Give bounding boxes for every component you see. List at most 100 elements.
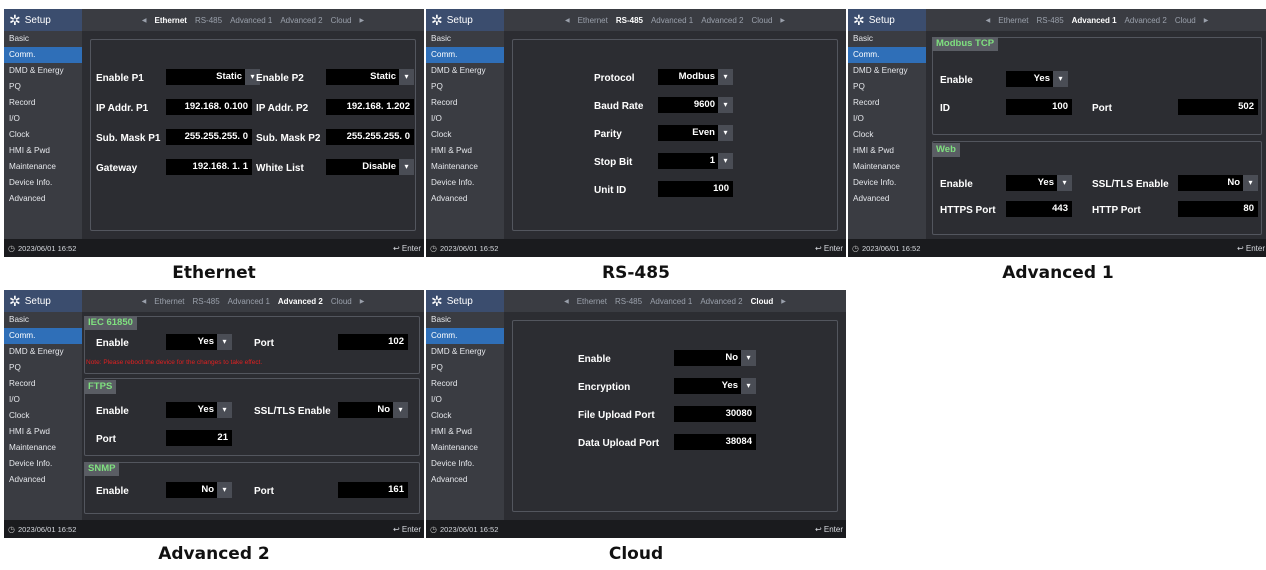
data-upload-port-field[interactable]: 38084	[674, 434, 756, 450]
parity-select[interactable]: Even ▾	[658, 125, 733, 141]
tab-ethernet[interactable]: Ethernet	[154, 297, 184, 306]
sidebar-item-maintenance[interactable]: Maintenance	[426, 159, 504, 175]
sidebar-item-device-info[interactable]: Device Info.	[4, 456, 82, 472]
sidebar-item-advanced[interactable]: Advanced	[4, 191, 82, 207]
file-upload-port-field[interactable]: 30080	[674, 406, 756, 422]
sidebar-item-comm[interactable]: Comm.	[426, 328, 504, 344]
sidebar-item-basic[interactable]: Basic	[426, 312, 504, 328]
sidebar-item-dmd-energy[interactable]: DMD & Energy	[4, 344, 82, 360]
sidebar-item-comm[interactable]: Comm.	[848, 47, 926, 63]
sidebar-item-dmd-energy[interactable]: DMD & Energy	[426, 63, 504, 79]
baud-rate-select[interactable]: 9600 ▾	[658, 97, 733, 113]
tab-advanced-1[interactable]: Advanced 1	[228, 297, 270, 306]
sidebar-item-record[interactable]: Record	[426, 376, 504, 392]
ftps-port-field[interactable]: 21	[166, 430, 232, 446]
right-triangle-icon[interactable]: ▶	[781, 298, 786, 305]
sidebar-item-basic[interactable]: Basic	[848, 31, 926, 47]
sidebar-item-pq[interactable]: PQ	[848, 79, 926, 95]
sidebar-item-i-o[interactable]: I/O	[426, 392, 504, 408]
tab-advanced-1[interactable]: Advanced 1	[1072, 16, 1117, 25]
tab-cloud[interactable]: Cloud	[1175, 16, 1196, 25]
http-port-field[interactable]: 80	[1178, 201, 1258, 217]
sidebar-item-comm[interactable]: Comm.	[426, 47, 504, 63]
sidebar-item-basic[interactable]: Basic	[4, 312, 82, 328]
tab-cloud[interactable]: Cloud	[331, 297, 352, 306]
tab-rs-485[interactable]: RS-485	[1037, 16, 1064, 25]
enter-button[interactable]: ↩ Enter	[393, 525, 421, 534]
tab-rs-485[interactable]: RS-485	[193, 297, 220, 306]
tab-ethernet[interactable]: Ethernet	[154, 16, 186, 25]
web-enable-select[interactable]: Yes ▾	[1006, 175, 1072, 191]
sidebar-item-maintenance[interactable]: Maintenance	[4, 440, 82, 456]
setup-header[interactable]: ✲ Setup	[4, 9, 82, 31]
sidebar-item-hmi-pwd[interactable]: HMI & Pwd	[4, 424, 82, 440]
iec-port-field[interactable]: 102	[338, 334, 408, 350]
sidebar-item-clock[interactable]: Clock	[4, 408, 82, 424]
enter-button[interactable]: ↩ Enter	[815, 244, 843, 253]
tab-advanced-2[interactable]: Advanced 2	[701, 16, 743, 25]
enter-button[interactable]: ↩ Enter	[1237, 244, 1265, 253]
sidebar-item-pq[interactable]: PQ	[4, 360, 82, 376]
sidebar-item-advanced[interactable]: Advanced	[848, 191, 926, 207]
tab-rs-485[interactable]: RS-485	[195, 16, 222, 25]
sidebar-item-device-info[interactable]: Device Info.	[4, 175, 82, 191]
sidebar-item-record[interactable]: Record	[4, 95, 82, 111]
sidebar-item-i-o[interactable]: I/O	[4, 111, 82, 127]
stop-bit-select[interactable]: 1 ▾	[658, 153, 733, 169]
sidebar-item-basic[interactable]: Basic	[426, 31, 504, 47]
encryption-select[interactable]: Yes ▾	[674, 378, 756, 394]
sidebar-item-device-info[interactable]: Device Info.	[848, 175, 926, 191]
sidebar-item-pq[interactable]: PQ	[426, 79, 504, 95]
tab-cloud[interactable]: Cloud	[752, 16, 773, 25]
snmp-enable-select[interactable]: No ▾	[166, 482, 232, 498]
cloud-enable-select[interactable]: No ▾	[674, 350, 756, 366]
sidebar-item-comm[interactable]: Comm.	[4, 328, 82, 344]
right-triangle-icon[interactable]: ▶	[1204, 17, 1209, 24]
tab-rs-485[interactable]: RS-485	[616, 16, 643, 25]
sidebar-item-hmi-pwd[interactable]: HMI & Pwd	[848, 143, 926, 159]
enter-button[interactable]: ↩ Enter	[815, 525, 843, 534]
sidebar-item-advanced[interactable]: Advanced	[426, 191, 504, 207]
sidebar-item-hmi-pwd[interactable]: HMI & Pwd	[426, 143, 504, 159]
tab-rs-485[interactable]: RS-485	[615, 297, 642, 306]
tab-advanced-1[interactable]: Advanced 1	[651, 16, 693, 25]
sidebar-item-comm[interactable]: Comm.	[4, 47, 82, 63]
left-triangle-icon[interactable]: ◀	[564, 298, 569, 305]
sidebar-item-record[interactable]: Record	[848, 95, 926, 111]
modbus-id-field[interactable]: 100	[1006, 99, 1072, 115]
tab-advanced-2[interactable]: Advanced 2	[280, 16, 322, 25]
tab-advanced-1[interactable]: Advanced 1	[230, 16, 272, 25]
modbus-port-field[interactable]: 502	[1178, 99, 1258, 115]
sidebar-item-maintenance[interactable]: Maintenance	[426, 440, 504, 456]
left-triangle-icon[interactable]: ◀	[142, 298, 147, 305]
unit-id-field[interactable]: 100	[658, 181, 733, 197]
tab-cloud[interactable]: Cloud	[751, 297, 774, 306]
tab-advanced-2[interactable]: Advanced 2	[1125, 16, 1167, 25]
sidebar-item-clock[interactable]: Clock	[4, 127, 82, 143]
sidebar-item-clock[interactable]: Clock	[426, 408, 504, 424]
sidebar-item-hmi-pwd[interactable]: HMI & Pwd	[426, 424, 504, 440]
sidebar-item-device-info[interactable]: Device Info.	[426, 175, 504, 191]
enable-p1-select[interactable]: Static ▾	[166, 69, 260, 85]
modbus-enable-select[interactable]: Yes ▾	[1006, 71, 1068, 87]
ftps-enable-select[interactable]: Yes ▾	[166, 402, 232, 418]
sidebar-item-dmd-energy[interactable]: DMD & Energy	[848, 63, 926, 79]
web-ssl-select[interactable]: No ▾	[1178, 175, 1258, 191]
sidebar-item-i-o[interactable]: I/O	[426, 111, 504, 127]
right-triangle-icon[interactable]: ▶	[780, 17, 785, 24]
setup-header[interactable]: ✲ Setup	[848, 9, 926, 31]
tab-advanced-2[interactable]: Advanced 2	[700, 297, 742, 306]
sidebar-item-basic[interactable]: Basic	[4, 31, 82, 47]
tab-cloud[interactable]: Cloud	[331, 16, 352, 25]
setup-header[interactable]: ✲ Setup	[4, 290, 82, 312]
sidebar-item-i-o[interactable]: I/O	[4, 392, 82, 408]
https-port-field[interactable]: 443	[1006, 201, 1072, 217]
ftps-ssl-select[interactable]: No ▾	[338, 402, 408, 418]
sidebar-item-hmi-pwd[interactable]: HMI & Pwd	[4, 143, 82, 159]
sidebar-item-record[interactable]: Record	[4, 376, 82, 392]
gateway-field[interactable]: 192.168. 1. 1	[166, 159, 252, 175]
sidebar-item-pq[interactable]: PQ	[4, 79, 82, 95]
sidebar-item-dmd-energy[interactable]: DMD & Energy	[426, 344, 504, 360]
tab-ethernet[interactable]: Ethernet	[998, 16, 1028, 25]
setup-header[interactable]: ✲ Setup	[426, 9, 504, 31]
